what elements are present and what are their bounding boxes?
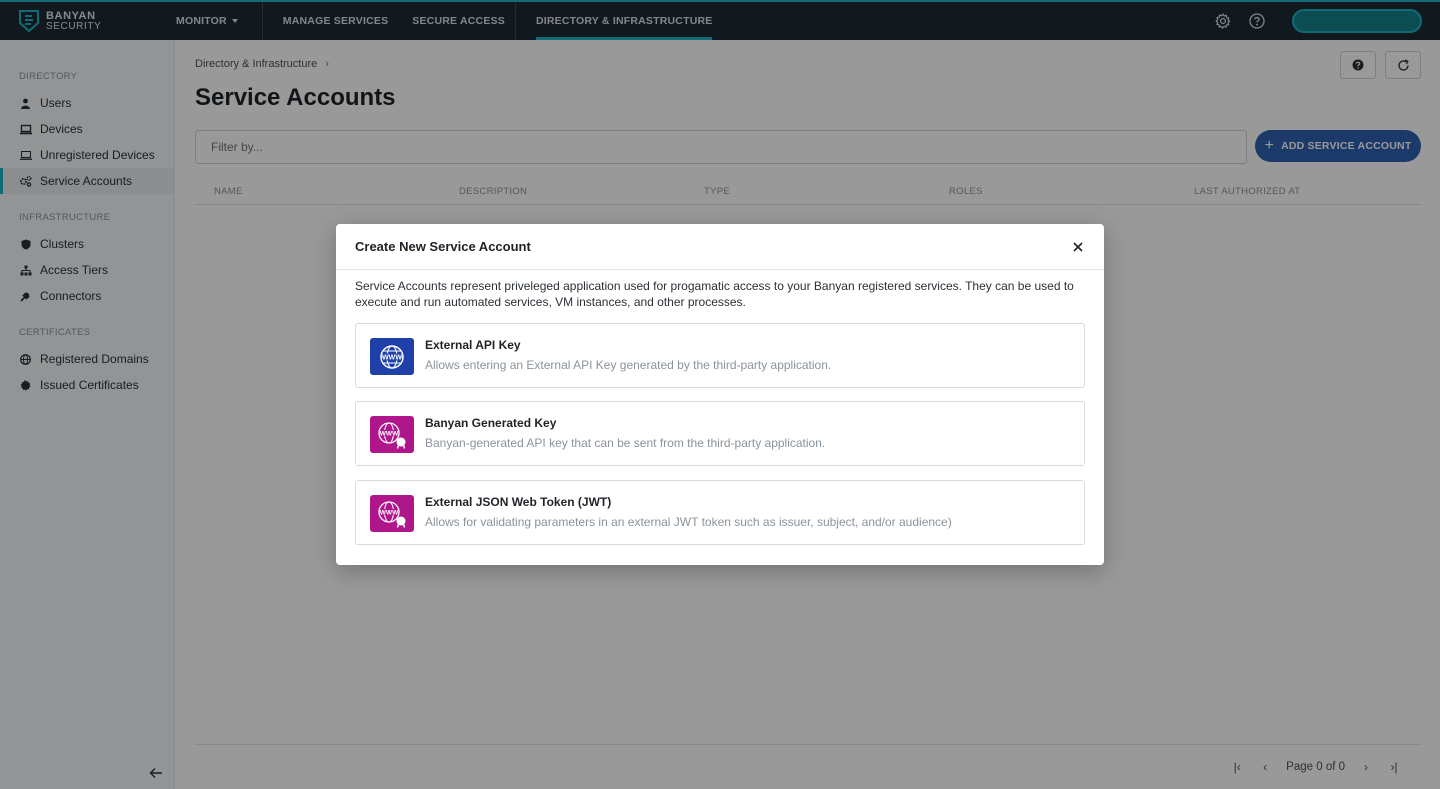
modal-header: Create New Service Account [336, 224, 1104, 270]
option-external-jwt[interactable]: WWW External JSON Web Token (JWT) Allows… [355, 480, 1085, 545]
svg-text:WWW: WWW [380, 430, 399, 437]
create-service-account-modal: Create New Service Account Service Accou… [336, 224, 1104, 565]
option-description: Allows for validating parameters in an e… [425, 515, 952, 529]
www-certificate-icon: WWW [370, 416, 414, 453]
modal-title: Create New Service Account [355, 239, 531, 254]
option-external-api-key[interactable]: WWW External API Key Allows entering an … [355, 323, 1085, 388]
svg-text:WWW: WWW [382, 354, 402, 361]
option-banyan-generated-key[interactable]: WWW Banyan Generated Key Banyan-generate… [355, 401, 1085, 466]
option-title: External JSON Web Token (JWT) [425, 495, 612, 509]
close-icon[interactable] [1071, 240, 1085, 254]
www-globe-icon: WWW [370, 338, 414, 375]
www-certificate-icon: WWW [370, 495, 414, 532]
option-description: Allows entering an External API Key gene… [425, 358, 832, 372]
modal-description: Service Accounts represent priveleged ap… [355, 279, 1074, 309]
option-title: External API Key [425, 338, 521, 352]
svg-text:WWW: WWW [380, 509, 399, 516]
option-description: Banyan-generated API key that can be sen… [425, 436, 826, 450]
option-title: Banyan Generated Key [425, 416, 557, 430]
